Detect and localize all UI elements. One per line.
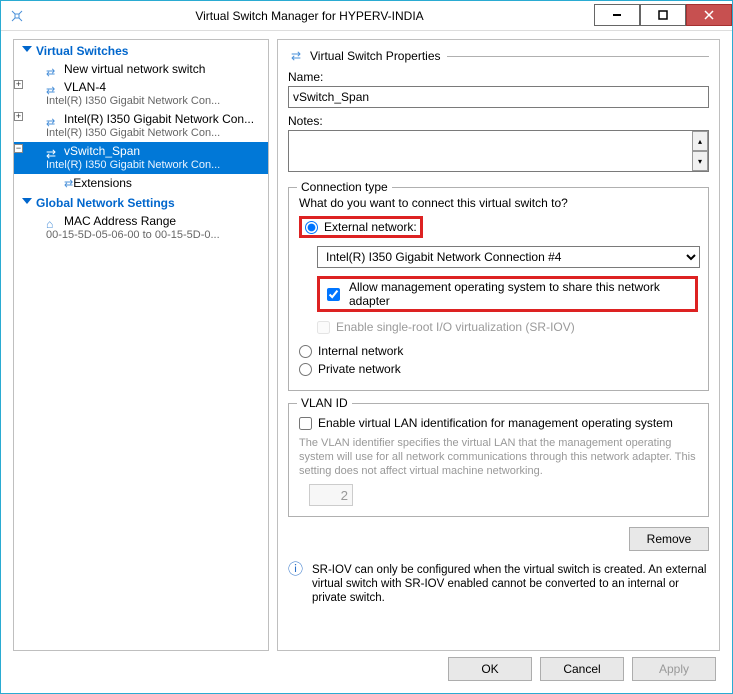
sriov-row: Enable single-root I/O virtualization (S… — [317, 320, 698, 334]
tree-detail: Intel(R) I350 Gigabit Network Con... — [26, 126, 264, 140]
tree-item-extensions[interactable]: Extensions — [14, 174, 268, 192]
maximize-button[interactable] — [640, 4, 686, 26]
scroll-down-icon[interactable]: ▾ — [692, 151, 708, 171]
sriov-info: SR-IOV can only be configured when the v… — [288, 563, 709, 605]
connection-type-legend: Connection type — [297, 180, 392, 194]
switch-icon — [46, 83, 60, 93]
tree-item-mac-range[interactable]: ⌂ MAC Address Range 00-15-5D-05-06-00 to … — [14, 212, 268, 244]
panel-heading: Virtual Switch Properties — [310, 49, 441, 63]
tree-label: MAC Address Range — [64, 214, 176, 228]
tree-detail: Intel(R) I350 Gigabit Network Con... — [26, 158, 264, 172]
info-icon — [288, 563, 304, 579]
vlan-id-input — [309, 484, 353, 506]
switch-icon — [46, 115, 60, 125]
collapse-icon[interactable]: − — [14, 144, 23, 153]
notes-label: Notes: — [288, 114, 709, 128]
connection-type-group: Connection type What do you want to conn… — [288, 187, 709, 391]
sriov-info-text: SR-IOV can only be configured when the v… — [312, 563, 709, 605]
extension-icon — [64, 176, 73, 190]
name-label: Name: — [288, 70, 709, 84]
sriov-checkbox — [317, 321, 330, 334]
notes-scroll: ▴ ▾ — [692, 131, 708, 171]
external-network-label: External network: — [324, 220, 417, 234]
tree-label: Intel(R) I350 Gigabit Network Con... — [64, 112, 254, 126]
vlan-enable-label: Enable virtual LAN identification for ma… — [318, 416, 673, 430]
external-network-radio[interactable] — [305, 221, 318, 234]
vlan-legend: VLAN ID — [297, 396, 352, 410]
mac-icon: ⌂ — [46, 217, 60, 227]
remove-button[interactable]: Remove — [629, 527, 709, 551]
divider — [447, 56, 710, 57]
external-network-highlight: External network: — [299, 216, 423, 238]
internal-network-label: Internal network — [318, 344, 403, 358]
ok-button[interactable]: OK — [448, 657, 532, 681]
expand-icon[interactable]: + — [14, 112, 23, 121]
tree-section-virtual-switches[interactable]: Virtual Switches — [14, 40, 268, 60]
internal-network-radio[interactable] — [299, 345, 312, 358]
app-icon — [9, 8, 25, 24]
tree-section-global[interactable]: Global Network Settings — [14, 192, 268, 212]
dialog-footer: OK Cancel Apply — [1, 651, 732, 687]
tree-label: VLAN-4 — [64, 80, 106, 94]
vlan-group: VLAN ID Enable virtual LAN identificatio… — [288, 403, 709, 517]
apply-button[interactable]: Apply — [632, 657, 716, 681]
tree-detail: Intel(R) I350 Gigabit Network Con... — [26, 94, 264, 108]
private-network-radio[interactable] — [299, 363, 312, 376]
tree-item-i350[interactable]: + Intel(R) I350 Gigabit Network Con... I… — [14, 110, 268, 142]
sriov-label: Enable single-root I/O virtualization (S… — [336, 320, 575, 334]
vlan-enable-checkbox[interactable] — [299, 417, 312, 430]
tree-detail: 00-15-5D-05-06-00 to 00-15-5D-0... — [26, 228, 264, 242]
tree-item-vlan4[interactable]: + VLAN-4 Intel(R) I350 Gigabit Network C… — [14, 78, 268, 110]
titlebar: Virtual Switch Manager for HYPERV-INDIA — [1, 1, 732, 31]
properties-panel: ⇄ Virtual Switch Properties Name: Notes:… — [277, 39, 720, 651]
allow-mgmt-highlight: Allow management operating system to sha… — [317, 276, 698, 312]
connection-question: What do you want to connect this virtual… — [299, 196, 698, 210]
adapter-select[interactable]: Intel(R) I350 Gigabit Network Connection… — [317, 246, 700, 268]
switch-icon — [46, 65, 60, 75]
notes-input[interactable] — [288, 130, 709, 172]
nav-tree: Virtual Switches New virtual network swi… — [13, 39, 269, 651]
allow-mgmt-checkbox[interactable] — [327, 288, 340, 301]
minimize-button[interactable] — [594, 4, 640, 26]
tree-label: New virtual network switch — [64, 62, 205, 76]
switch-icon: ⇄ — [46, 147, 60, 157]
vlan-help-text: The VLAN identifier specifies the virtua… — [299, 436, 698, 478]
tree-label: Extensions — [73, 176, 132, 190]
tree-item-vswitch-span[interactable]: − ⇄ vSwitch_Span Intel(R) I350 Gigabit Ne… — [14, 142, 268, 174]
expand-icon[interactable]: + — [14, 80, 23, 89]
tree-label: vSwitch_Span — [64, 144, 140, 158]
allow-mgmt-label: Allow management operating system to sha… — [349, 280, 692, 308]
window-title: Virtual Switch Manager for HYPERV-INDIA — [25, 9, 594, 23]
name-input[interactable] — [288, 86, 709, 108]
switch-icon: ⇄ — [288, 48, 304, 64]
close-button[interactable] — [686, 4, 732, 26]
private-network-label: Private network — [318, 362, 401, 376]
cancel-button[interactable]: Cancel — [540, 657, 624, 681]
scroll-up-icon[interactable]: ▴ — [692, 131, 708, 151]
tree-new-virtual-switch[interactable]: New virtual network switch — [14, 60, 268, 78]
